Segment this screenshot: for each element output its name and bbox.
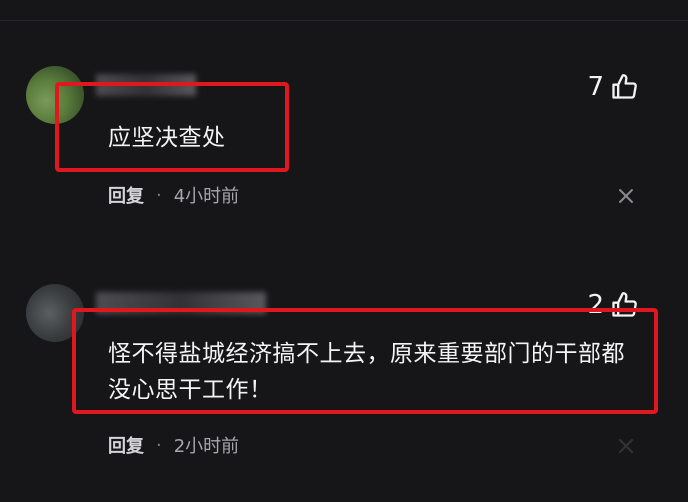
top-divider — [0, 20, 688, 21]
meta-separator: · — [156, 184, 162, 206]
meta-separator: · — [156, 434, 162, 456]
like-button[interactable]: 7 — [587, 72, 638, 102]
comment-time: 2小时前 — [173, 436, 240, 457]
reply-button[interactable]: 回复 — [108, 182, 144, 208]
comment-text: 怪不得盐城经济搞不上去，原来重要部门的干部都没心思干工作！ — [108, 341, 625, 403]
comment-meta: 回复 · 4小时前 — [108, 182, 239, 208]
reply-button[interactable]: 回复 — [108, 432, 144, 458]
close-icon[interactable] — [616, 436, 636, 456]
comment-text: 应坚决查处 — [108, 125, 226, 151]
comment-item: 2 怪不得盐城经济搞不上去，原来重要部门的干部都没心思干工作！ 回复 · 2小时… — [0, 280, 688, 480]
comment-time: 4小时前 — [173, 186, 240, 207]
like-count: 7 — [587, 72, 604, 102]
comment-item: 7 应坚决查处 回复 · 4小时前 — [0, 62, 688, 262]
close-icon[interactable] — [616, 186, 636, 206]
comment-meta: 回复 · 2小时前 — [108, 432, 239, 458]
thumbs-up-icon — [612, 74, 637, 99]
